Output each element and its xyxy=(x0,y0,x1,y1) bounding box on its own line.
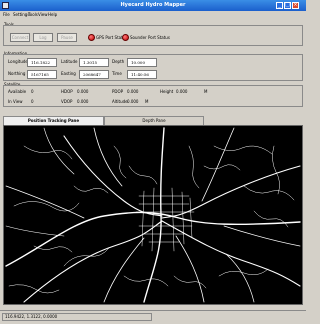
road-line xyxy=(13,201,80,212)
status-coordinates: 116.9422, 1.3122, 0.0000 xyxy=(2,313,152,321)
road-line xyxy=(175,235,205,303)
menu-bar: File Settings Tools View Help xyxy=(0,11,306,19)
map-pane[interactable] xyxy=(3,125,303,305)
road-line xyxy=(203,164,241,171)
close-button[interactable]: × xyxy=(292,2,299,9)
road-line xyxy=(73,185,109,194)
pane-tabs: Position Tracking Pane Depth Pane xyxy=(3,116,303,125)
hdop-label: HDOP xyxy=(61,89,73,94)
altitude-label: Altitude xyxy=(112,99,128,104)
road-line xyxy=(23,145,73,160)
road-line xyxy=(123,275,169,287)
altitude-unit: M xyxy=(145,99,149,104)
altitude-value: 0.000 xyxy=(127,99,139,104)
northing-field[interactable]: 5167165 xyxy=(27,70,57,79)
easting-field[interactable]: 2068647 xyxy=(79,70,109,79)
road-line xyxy=(188,145,200,189)
title-bar[interactable]: Hyecard Hydro Mapper _ □ × xyxy=(0,0,306,11)
road-line xyxy=(213,145,273,155)
road-line xyxy=(5,225,65,237)
tab-position-tracking[interactable]: Position Tracking Pane xyxy=(3,116,104,125)
road-line xyxy=(223,225,301,247)
in-view-label: In View xyxy=(8,99,23,104)
road-line xyxy=(272,145,280,195)
road-line xyxy=(173,275,207,289)
road-line xyxy=(93,127,123,187)
time-label: Time xyxy=(112,71,122,76)
menu-help[interactable]: Help xyxy=(48,12,57,17)
tab-depth[interactable]: Depth Pane xyxy=(104,116,204,125)
pdop-value: 0.000 xyxy=(127,89,139,94)
time-field[interactable]: 11:40:56 xyxy=(127,70,157,79)
available-value: 0 xyxy=(31,89,34,94)
depth-label: Depth xyxy=(112,59,125,64)
latitude-label: Latitude xyxy=(61,59,78,64)
road-line xyxy=(128,165,158,185)
minimize-button[interactable]: _ xyxy=(276,2,283,9)
available-label: Available xyxy=(8,89,27,94)
satellite-group xyxy=(3,85,303,107)
window-title: Hyecard Hydro Mapper xyxy=(120,2,186,8)
sounder-status-led-icon xyxy=(122,34,129,41)
depth-field[interactable]: 10.000 xyxy=(127,58,157,67)
road-line xyxy=(5,185,85,219)
pause-button[interactable]: Pause xyxy=(57,33,77,42)
hdop-value: 0.000 xyxy=(77,89,89,94)
road-line xyxy=(43,127,75,175)
road-map xyxy=(5,127,301,303)
height-unit: M xyxy=(204,89,208,94)
longitude-label: Longitude xyxy=(8,59,28,64)
height-value: 0.000 xyxy=(176,89,188,94)
latitude-field[interactable]: 1.3015 xyxy=(79,58,109,67)
menu-view[interactable]: View xyxy=(38,12,48,17)
road-line xyxy=(8,284,60,294)
height-label: Height xyxy=(160,89,174,94)
road-line xyxy=(243,185,295,201)
road-line xyxy=(113,145,127,179)
menu-file[interactable]: File xyxy=(3,12,10,17)
longitude-field[interactable]: 116.1822 xyxy=(27,58,57,67)
maximize-button[interactable]: □ xyxy=(284,2,291,9)
easting-label: Easting xyxy=(61,71,76,76)
sounder-port-status-label: Sounder Port Status xyxy=(130,35,170,40)
vdop-label: VDOP xyxy=(61,99,73,104)
in-view-value: 0 xyxy=(31,99,34,104)
menu-tools[interactable]: Tools xyxy=(28,12,38,17)
log-button[interactable]: Log xyxy=(33,33,53,42)
road-line xyxy=(161,220,301,287)
menu-settings[interactable]: Settings xyxy=(13,12,29,17)
road-line xyxy=(23,220,163,303)
gps-status-led-icon xyxy=(88,34,95,41)
vdop-value: 0.000 xyxy=(77,99,89,104)
connect-button[interactable]: Connect xyxy=(10,33,30,42)
app-window: Hyecard Hydro Mapper _ □ × File Settings… xyxy=(0,0,306,324)
pdop-label: PDOP xyxy=(112,89,124,94)
status-bar: 116.9422, 1.3122, 0.0000 xyxy=(0,310,306,324)
road-line xyxy=(225,253,255,303)
northing-label: Northing xyxy=(8,71,26,76)
